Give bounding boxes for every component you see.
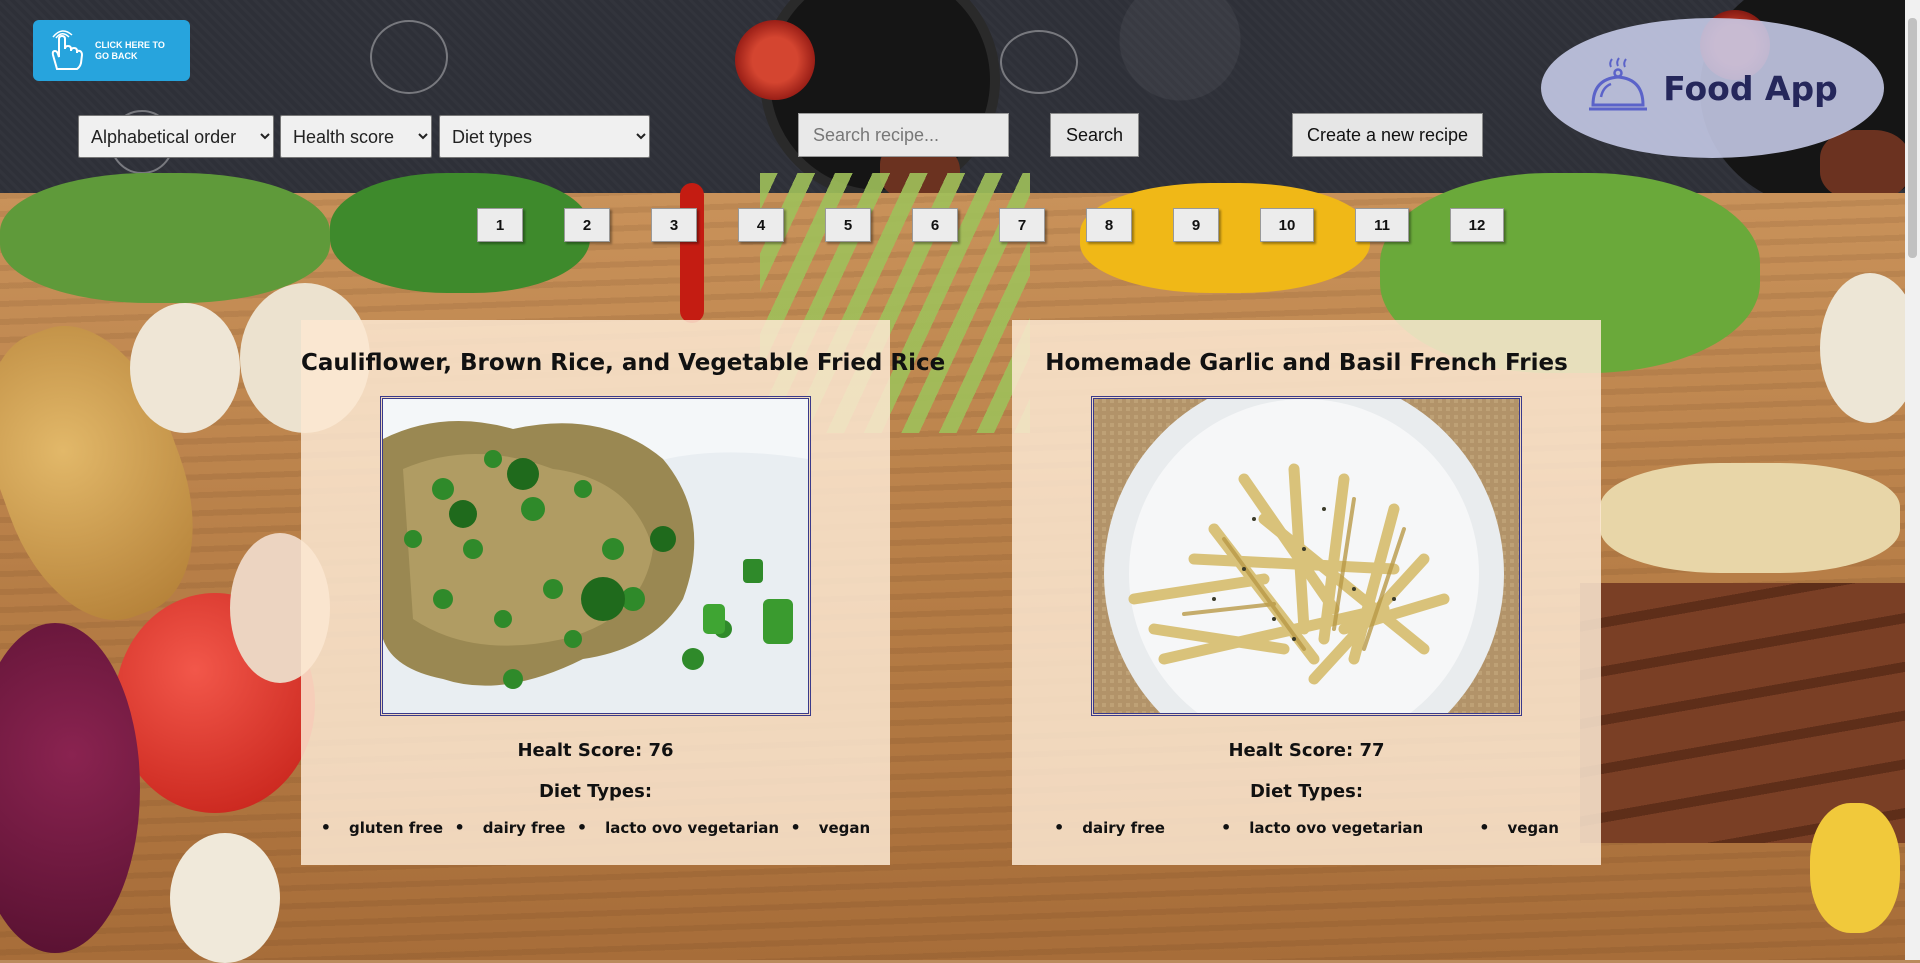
pepper-decoration bbox=[330, 173, 590, 293]
diet-types-select[interactable]: Diet types bbox=[439, 115, 650, 158]
diet-item: lacto ovo vegetarian bbox=[577, 818, 779, 837]
page-button-12[interactable]: 12 bbox=[1450, 208, 1504, 242]
page-button-8[interactable]: 8 bbox=[1086, 208, 1132, 242]
page-button-11[interactable]: 11 bbox=[1355, 208, 1409, 242]
recipe-title[interactable]: Homemade Garlic and Basil French Fries bbox=[1012, 350, 1601, 376]
health-score: Healt Score: 76 bbox=[517, 740, 674, 761]
app-logo: Food App bbox=[1541, 18, 1884, 158]
diet-item: dairy free bbox=[1054, 818, 1165, 837]
app-logo-text: Food App bbox=[1663, 68, 1838, 108]
ginger-decoration bbox=[1600, 463, 1900, 573]
header-bar: CLICK HERE TO GO BACK Alphabetical order… bbox=[0, 0, 1905, 193]
tomato-decoration bbox=[735, 20, 815, 100]
sketch-decoration bbox=[370, 20, 448, 94]
search-input[interactable] bbox=[798, 113, 1009, 157]
page-button-5[interactable]: 5 bbox=[825, 208, 871, 242]
recipe-card[interactable]: Cauliflower, Brown Rice, and Vegetable F… bbox=[301, 320, 945, 865]
vegetables-background bbox=[0, 173, 1920, 963]
page-button-7[interactable]: 7 bbox=[999, 208, 1045, 242]
cloche-icon bbox=[1589, 57, 1648, 111]
diet-types-heading: Diet Types: bbox=[538, 781, 653, 802]
create-recipe-button[interactable]: Create a new recipe bbox=[1292, 113, 1483, 157]
sketch-decoration bbox=[1000, 30, 1078, 94]
alphabetical-order-select[interactable]: Alphabetical order bbox=[78, 115, 274, 158]
hand-pointer-icon bbox=[51, 29, 84, 70]
scrollbar-thumb[interactable] bbox=[1908, 18, 1917, 258]
page-button-6[interactable]: 6 bbox=[912, 208, 958, 242]
fried-rice-image bbox=[383, 399, 808, 713]
diet-item: vegan bbox=[1479, 818, 1559, 837]
diet-item: vegan bbox=[791, 818, 871, 837]
page-button-10[interactable]: 10 bbox=[1260, 208, 1314, 242]
go-back-button[interactable]: CLICK HERE TO GO BACK bbox=[33, 20, 190, 81]
mushroom-decoration bbox=[170, 833, 280, 963]
diet-item: dairy free bbox=[454, 818, 566, 837]
search-button[interactable]: Search bbox=[1050, 113, 1139, 157]
chili-decoration bbox=[680, 183, 704, 323]
page-button-3[interactable]: 3 bbox=[651, 208, 697, 242]
health-score: Healt Score: 77 bbox=[1228, 740, 1385, 761]
corn-decoration bbox=[1810, 803, 1900, 933]
recipe-image[interactable] bbox=[380, 396, 811, 716]
diet-list: dairy free lacto ovo vegetarian vegan bbox=[1012, 818, 1601, 837]
go-back-label: CLICK HERE TO GO BACK bbox=[95, 39, 165, 61]
page-button-1[interactable]: 1 bbox=[477, 208, 523, 242]
page-button-2[interactable]: 2 bbox=[564, 208, 610, 242]
page-button-9[interactable]: 9 bbox=[1173, 208, 1219, 242]
steak-decoration bbox=[1820, 130, 1905, 193]
lettuce-decoration bbox=[0, 173, 330, 303]
recipe-title[interactable]: Cauliflower, Brown Rice, and Vegetable F… bbox=[301, 350, 945, 376]
recipe-image[interactable] bbox=[1091, 396, 1522, 716]
french-fries-image bbox=[1094, 399, 1519, 713]
diet-item: gluten free bbox=[321, 818, 443, 837]
mushroom-decoration bbox=[130, 303, 240, 433]
health-score-select[interactable]: Health score bbox=[280, 115, 432, 158]
page-button-4[interactable]: 4 bbox=[738, 208, 784, 242]
diet-item: lacto ovo vegetarian bbox=[1221, 818, 1423, 837]
recipe-card[interactable]: Homemade Garlic and Basil French Fries H… bbox=[1012, 320, 1601, 865]
diet-list: gluten free dairy free lacto ovo vegetar… bbox=[301, 818, 890, 837]
diet-types-heading: Diet Types: bbox=[1249, 781, 1364, 802]
